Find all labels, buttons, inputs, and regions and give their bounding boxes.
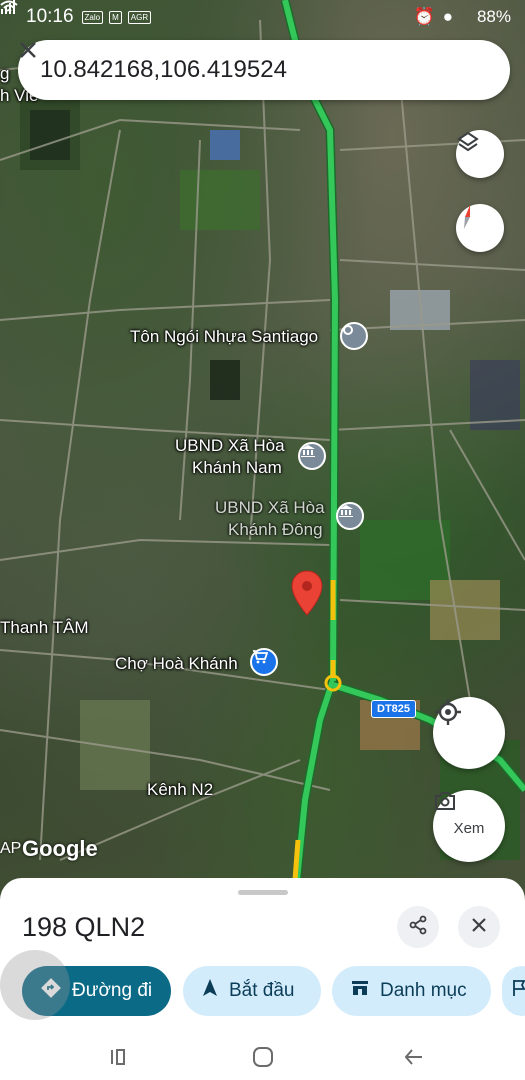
map-pin-icon (291, 570, 323, 616)
google-logo: Google (22, 836, 98, 861)
place-sheet[interactable]: 198 QLN2 Đường đi Bắt đầu Danh mục (0, 878, 525, 1038)
system-icons: ⏰ ● 88% (0, 0, 511, 27)
map-label-kenh: Kênh N2 (147, 780, 214, 799)
layers-button[interactable] (456, 130, 504, 178)
map-prefix-label: AP (0, 840, 22, 857)
xem-label: Xem (453, 819, 485, 837)
poi-label-thanh-tam[interactable]: Thanh TÂM (0, 618, 89, 638)
system-nav-bar (0, 1038, 525, 1080)
storefront-icon (350, 979, 370, 1003)
agribank-icon: AGR (127, 10, 152, 24)
home-button[interactable] (249, 1046, 277, 1072)
search-input[interactable]: 10.842168,106.419524 (40, 56, 460, 84)
place-title: 198 QLN2 (22, 912, 146, 942)
poi-label-ubnd-line1[interactable]: UBND Xã Hòa (175, 436, 285, 456)
status-bar: 10:16 Zalo M AGR ⏰ ● 88% (0, 0, 525, 34)
map-view[interactable]: 10:16 Zalo M AGR ⏰ ● 88% g h Viê 10.8421… (0, 0, 525, 900)
poi-pin-santiago[interactable] (340, 322, 368, 350)
back-icon (403, 1047, 425, 1072)
directions-label: Đường đi (72, 980, 153, 1001)
notification-icons: Zalo M AGR (81, 10, 152, 24)
zalo-icon: Zalo (81, 10, 104, 24)
location-icon: ● (442, 7, 453, 26)
xem-button[interactable]: Xem (433, 790, 505, 862)
battery-text: 88% (476, 7, 511, 26)
poi-label-cho[interactable]: Chợ Hoà Khánh (115, 654, 238, 674)
share-button[interactable] (397, 906, 439, 948)
status-time: 10:16 (26, 6, 74, 27)
compass-button[interactable] (456, 204, 504, 252)
close-icon (471, 917, 487, 938)
gmail-icon: M (109, 10, 122, 24)
poi-pin-cho[interactable] (250, 648, 278, 676)
category-label: Danh mục (380, 980, 467, 1001)
poi-pin-ubnd[interactable] (298, 442, 326, 470)
close-icon[interactable] (20, 42, 488, 84)
road-badge-dt825: DT825 (371, 700, 417, 718)
map-label-cutoff-1: g (0, 64, 10, 83)
flag-icon (512, 979, 525, 1003)
close-sheet-button[interactable] (458, 906, 500, 948)
floating-bubble[interactable] (0, 950, 70, 1020)
back-button[interactable] (400, 1046, 428, 1072)
poi-label-ubnd-dong-line1[interactable]: UBND Xã Hòa (215, 498, 325, 518)
poi-label-ubnd-dong-line2[interactable]: Khánh Đông (228, 520, 323, 540)
drag-handle[interactable] (238, 890, 288, 895)
poi-label-ubnd-line2[interactable]: Khánh Nam (192, 458, 282, 478)
more-chip[interactable] (502, 966, 525, 1016)
alarm-icon: ⏰ (413, 7, 435, 26)
recent-apps-icon (108, 1047, 128, 1072)
search-bar[interactable]: 10.842168,106.419524 (18, 40, 510, 100)
share-icon (408, 915, 428, 940)
navigation-arrow-icon (201, 978, 219, 1004)
recent-apps-button[interactable] (104, 1046, 132, 1072)
poi-label-santiago[interactable]: Tôn Ngói Nhựa Santiago (130, 327, 318, 347)
my-location-button[interactable] (433, 697, 505, 769)
start-label: Bắt đầu (229, 980, 295, 1001)
home-icon (252, 1046, 274, 1073)
start-chip[interactable]: Bắt đầu (183, 966, 321, 1016)
poi-pin-ubnd-dong[interactable] (336, 502, 364, 530)
category-chip[interactable]: Danh mục (332, 966, 491, 1016)
